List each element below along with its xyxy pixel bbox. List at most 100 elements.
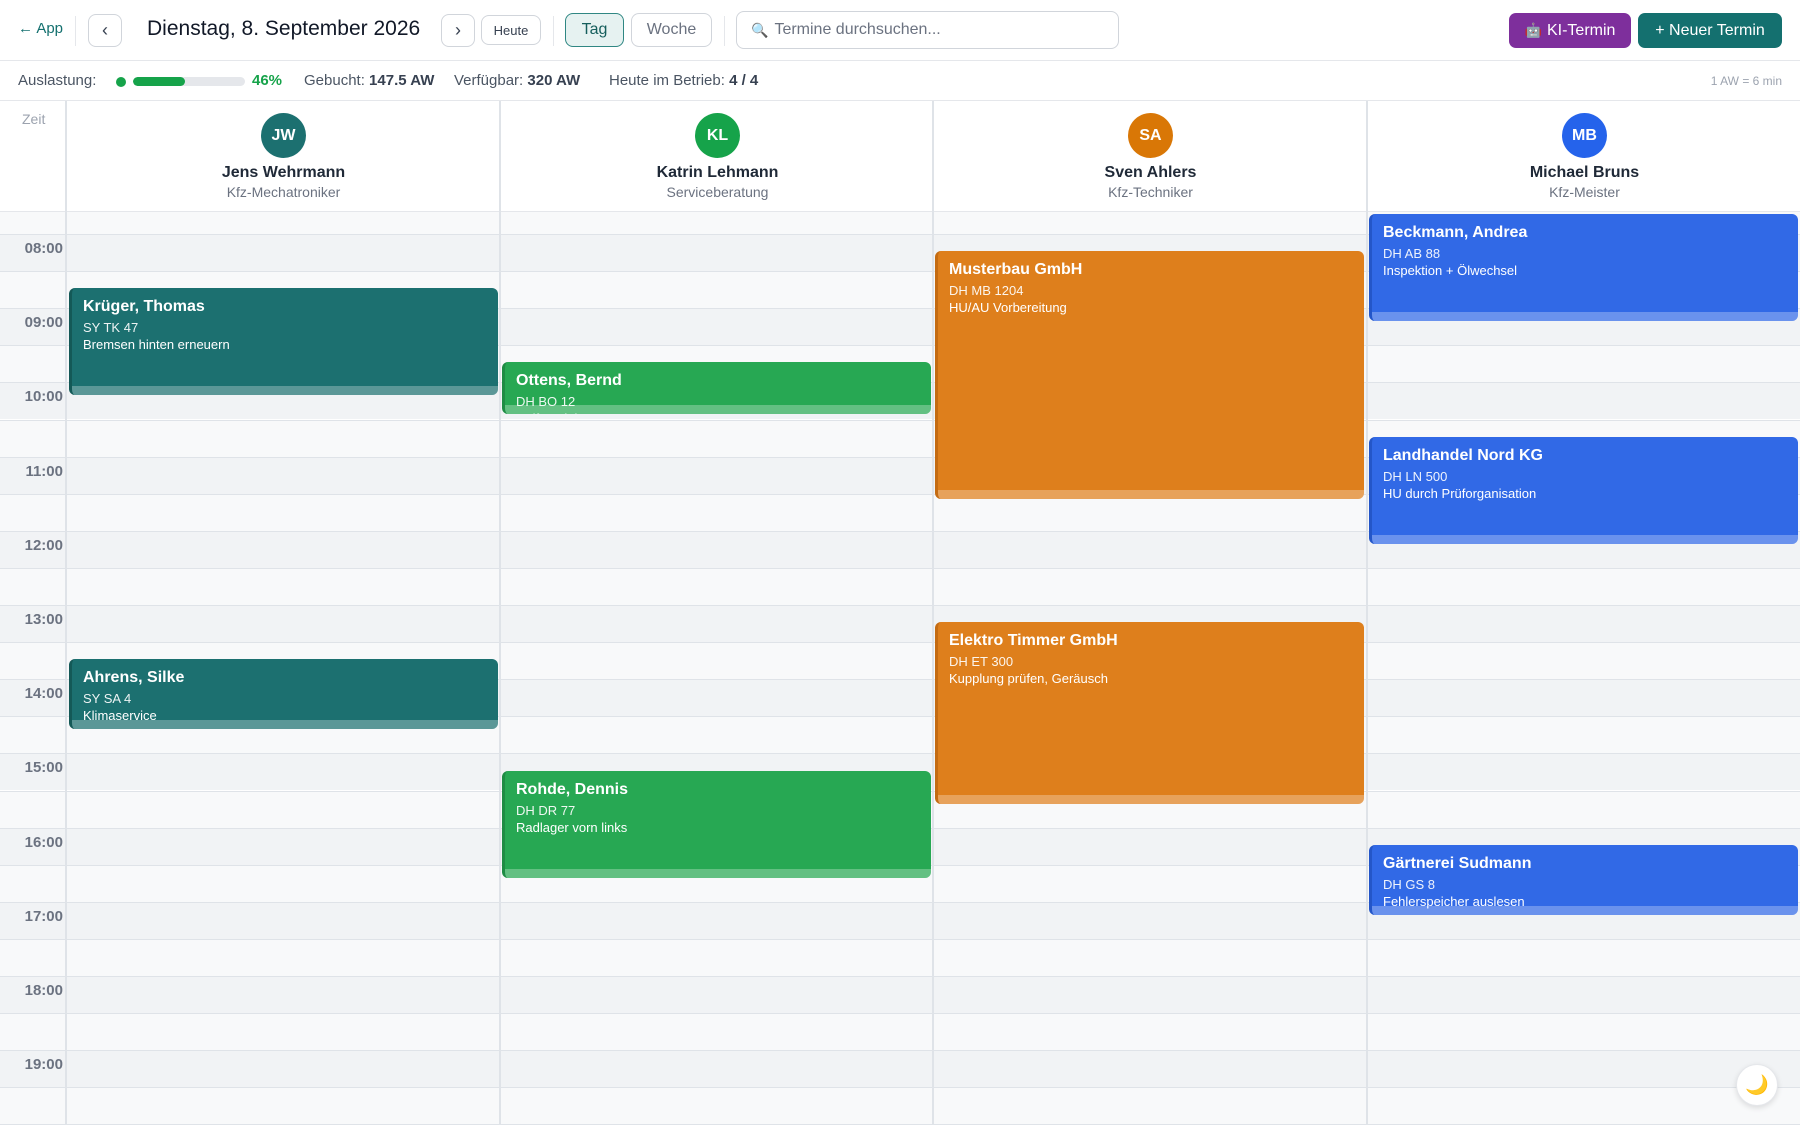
time-grid[interactable]: 08:00 09:00 10:00 11:00 12:00 13:00 14:00 15:00… <box>0 212 1800 1125</box>
day-calendar: Zeit JW Jens Wehrmann Kfz-Mechatroniker … <box>0 101 1800 1125</box>
appointment-card[interactable]: Krüger, Thomas SY TK 47 Bremsen hinten ern… <box>69 288 498 396</box>
next-day-button[interactable]: › <box>441 14 475 47</box>
top-toolbar: ← App ‹ Dienstag, 8. September 2026 › He… <box>0 0 1800 61</box>
hour-label: 13:00 <box>24 611 63 628</box>
time-slot[interactable] <box>0 1050 1800 1088</box>
staff-name: Sven Ahlers <box>1104 164 1197 181</box>
appointment-customer: Krüger, Thomas <box>83 298 205 316</box>
ai-appointment-button[interactable]: 🤖 KI-Termin <box>1509 13 1631 48</box>
available-value: 320 AW <box>527 72 581 89</box>
appointment-description: Bremsen hinten erneuern <box>83 337 230 353</box>
toolbar-divider <box>553 16 554 46</box>
column-divider <box>65 101 67 1125</box>
time-column-header: Zeit <box>22 111 46 127</box>
search-box[interactable]: 🔍 <box>736 11 1119 49</box>
utilization-value: 46% <box>252 72 283 89</box>
staff-role: Serviceberatung <box>666 184 769 200</box>
appointment-card[interactable]: Ottens, BerndDH BO 12Reifen einlagern <box>502 362 931 415</box>
ai-appointment-label: KI-Termin <box>1546 21 1616 39</box>
time-slot[interactable] <box>0 1013 1800 1051</box>
appointment-card[interactable]: Elektro Timmer GmbH DH ET 300 Kupplung prü… <box>935 622 1364 804</box>
time-slot[interactable] <box>0 605 1800 643</box>
search-icon: 🔍 <box>751 21 769 38</box>
appointment-customer: Rohde, Dennis <box>516 780 629 798</box>
toolbar-divider <box>75 16 76 46</box>
aw-scale-note: 1 AW = 6 min <box>1710 74 1782 88</box>
utilization-label: Auslastung: <box>18 72 97 89</box>
hour-label: 10:00 <box>24 388 63 406</box>
appointment-plate: SY TK 47 <box>83 320 139 336</box>
staff-column-header: KL Katrin Lehmann Serviceberatung <box>501 101 934 212</box>
appointment-plate: DH DR 77 <box>516 802 576 818</box>
column-divider <box>932 101 934 1125</box>
booked-stat: Gebucht: 147.5 AW <box>304 72 434 89</box>
staff-role: Kfz-Techniker <box>1108 184 1193 200</box>
resize-handle[interactable] <box>1372 534 1798 544</box>
today-button[interactable]: Heute <box>481 15 541 45</box>
view-week-button[interactable]: Woche <box>631 13 712 47</box>
appointment-plate: DH MB 1204 <box>949 283 1024 299</box>
search-input[interactable] <box>774 21 1105 39</box>
hour-label: 16:00 <box>24 833 63 851</box>
appointment-customer: Elektro Timmer GmbH <box>949 632 1118 650</box>
hour-label: 14:00 <box>24 685 63 703</box>
in-shop-stat: Heute im Betrieb: 4 / 4 <box>609 72 758 89</box>
appointment-card[interactable]: Ahrens, Silke SY SA 4 Klimaservice <box>69 659 498 730</box>
appointment-plate: SY SA 4 <box>83 691 132 707</box>
column-divider <box>499 101 501 1125</box>
appointment-customer: Gärtnerei Sudmann <box>1383 854 1532 872</box>
staff-role: Kfz-Mechatroniker <box>226 184 341 200</box>
moon-icon: 🌙 <box>1745 1075 1769 1096</box>
resize-handle[interactable] <box>505 405 931 415</box>
staff-name: Katrin Lehmann <box>656 164 779 181</box>
resize-handle[interactable] <box>938 490 1364 500</box>
appointment-description: Inspektion + Ölwechsel <box>1383 263 1518 278</box>
utilization-status-dot <box>116 77 126 87</box>
hour-label: 12:00 <box>24 536 63 554</box>
resize-handle[interactable] <box>938 794 1364 804</box>
staff-header-row: Zeit JW Jens Wehrmann Kfz-Mechatroniker … <box>0 101 1800 212</box>
staff-role: Kfz-Meister <box>1549 184 1620 200</box>
staff-column-header: SA Sven Ahlers Kfz-Techniker <box>934 101 1367 212</box>
in-shop-label: Heute im Betrieb: <box>609 72 725 89</box>
hour-label: 18:00 <box>24 982 63 999</box>
avatar: MB <box>1562 113 1607 158</box>
available-stat: Verfügbar: 320 AW <box>454 72 580 89</box>
robot-icon: 🤖 <box>1524 22 1542 38</box>
utilization-progress-fill <box>133 77 185 86</box>
booked-label: Gebucht: <box>304 72 365 89</box>
resize-handle[interactable] <box>505 868 931 878</box>
chevron-left-icon: ‹ <box>102 20 108 40</box>
resize-handle[interactable] <box>1372 905 1798 915</box>
column-divider <box>1366 101 1368 1125</box>
appointment-card[interactable]: Gärtnerei Sudmann DH GS 8 Fehlerspeicher a… <box>1369 844 1798 915</box>
time-slot[interactable] <box>0 567 1800 605</box>
time-slot[interactable] <box>0 976 1800 1014</box>
resize-handle[interactable] <box>72 720 498 730</box>
hour-label: 17:00 <box>24 907 63 925</box>
staff-name: Michael Bruns <box>1529 164 1640 181</box>
appointment-card[interactable]: Musterbau GmbH DH MB 1204 HU/AU Vorbereitu… <box>935 251 1364 500</box>
resize-handle[interactable] <box>72 386 498 396</box>
current-date-title: Dienstag, 8. September 2026 <box>147 17 421 40</box>
view-day-button[interactable]: Tag <box>565 13 624 47</box>
in-shop-value: 4 / 4 <box>729 72 759 89</box>
appointment-plate: DH AB 88 <box>1383 246 1441 261</box>
stats-bar: Auslastung: 46% Gebucht: 147.5 AW Verfüg… <box>0 61 1800 101</box>
appointment-card[interactable]: Rohde, Dennis DH DR 77 Radlager vorn links <box>502 770 931 878</box>
appointment-customer: Ottens, Bernd <box>516 372 622 390</box>
previous-day-button[interactable]: ‹ <box>88 14 122 47</box>
appointment-card[interactable]: Beckmann, Andrea DH AB 88 Inspektion + Ölw… <box>1369 214 1798 322</box>
appointment-card[interactable]: Landhandel Nord KG DH LN 500 HU durch Prüf… <box>1369 436 1798 544</box>
appointment-description: HU durch Prüforganisation <box>1383 485 1537 501</box>
appointment-plate: DH ET 300 <box>949 654 1014 670</box>
hour-label: 15:00 <box>24 759 63 777</box>
dark-mode-toggle[interactable]: 🌙 <box>1736 1064 1778 1106</box>
chevron-right-icon: › <box>455 20 461 40</box>
new-appointment-button[interactable]: + Neuer Termin <box>1638 13 1782 48</box>
resize-handle[interactable] <box>1372 312 1798 322</box>
time-slot[interactable] <box>0 1087 1800 1125</box>
back-to-app-link[interactable]: ← App <box>18 20 63 37</box>
time-slot[interactable] <box>0 938 1800 976</box>
appointment-description: Radlager vorn links <box>516 819 628 835</box>
